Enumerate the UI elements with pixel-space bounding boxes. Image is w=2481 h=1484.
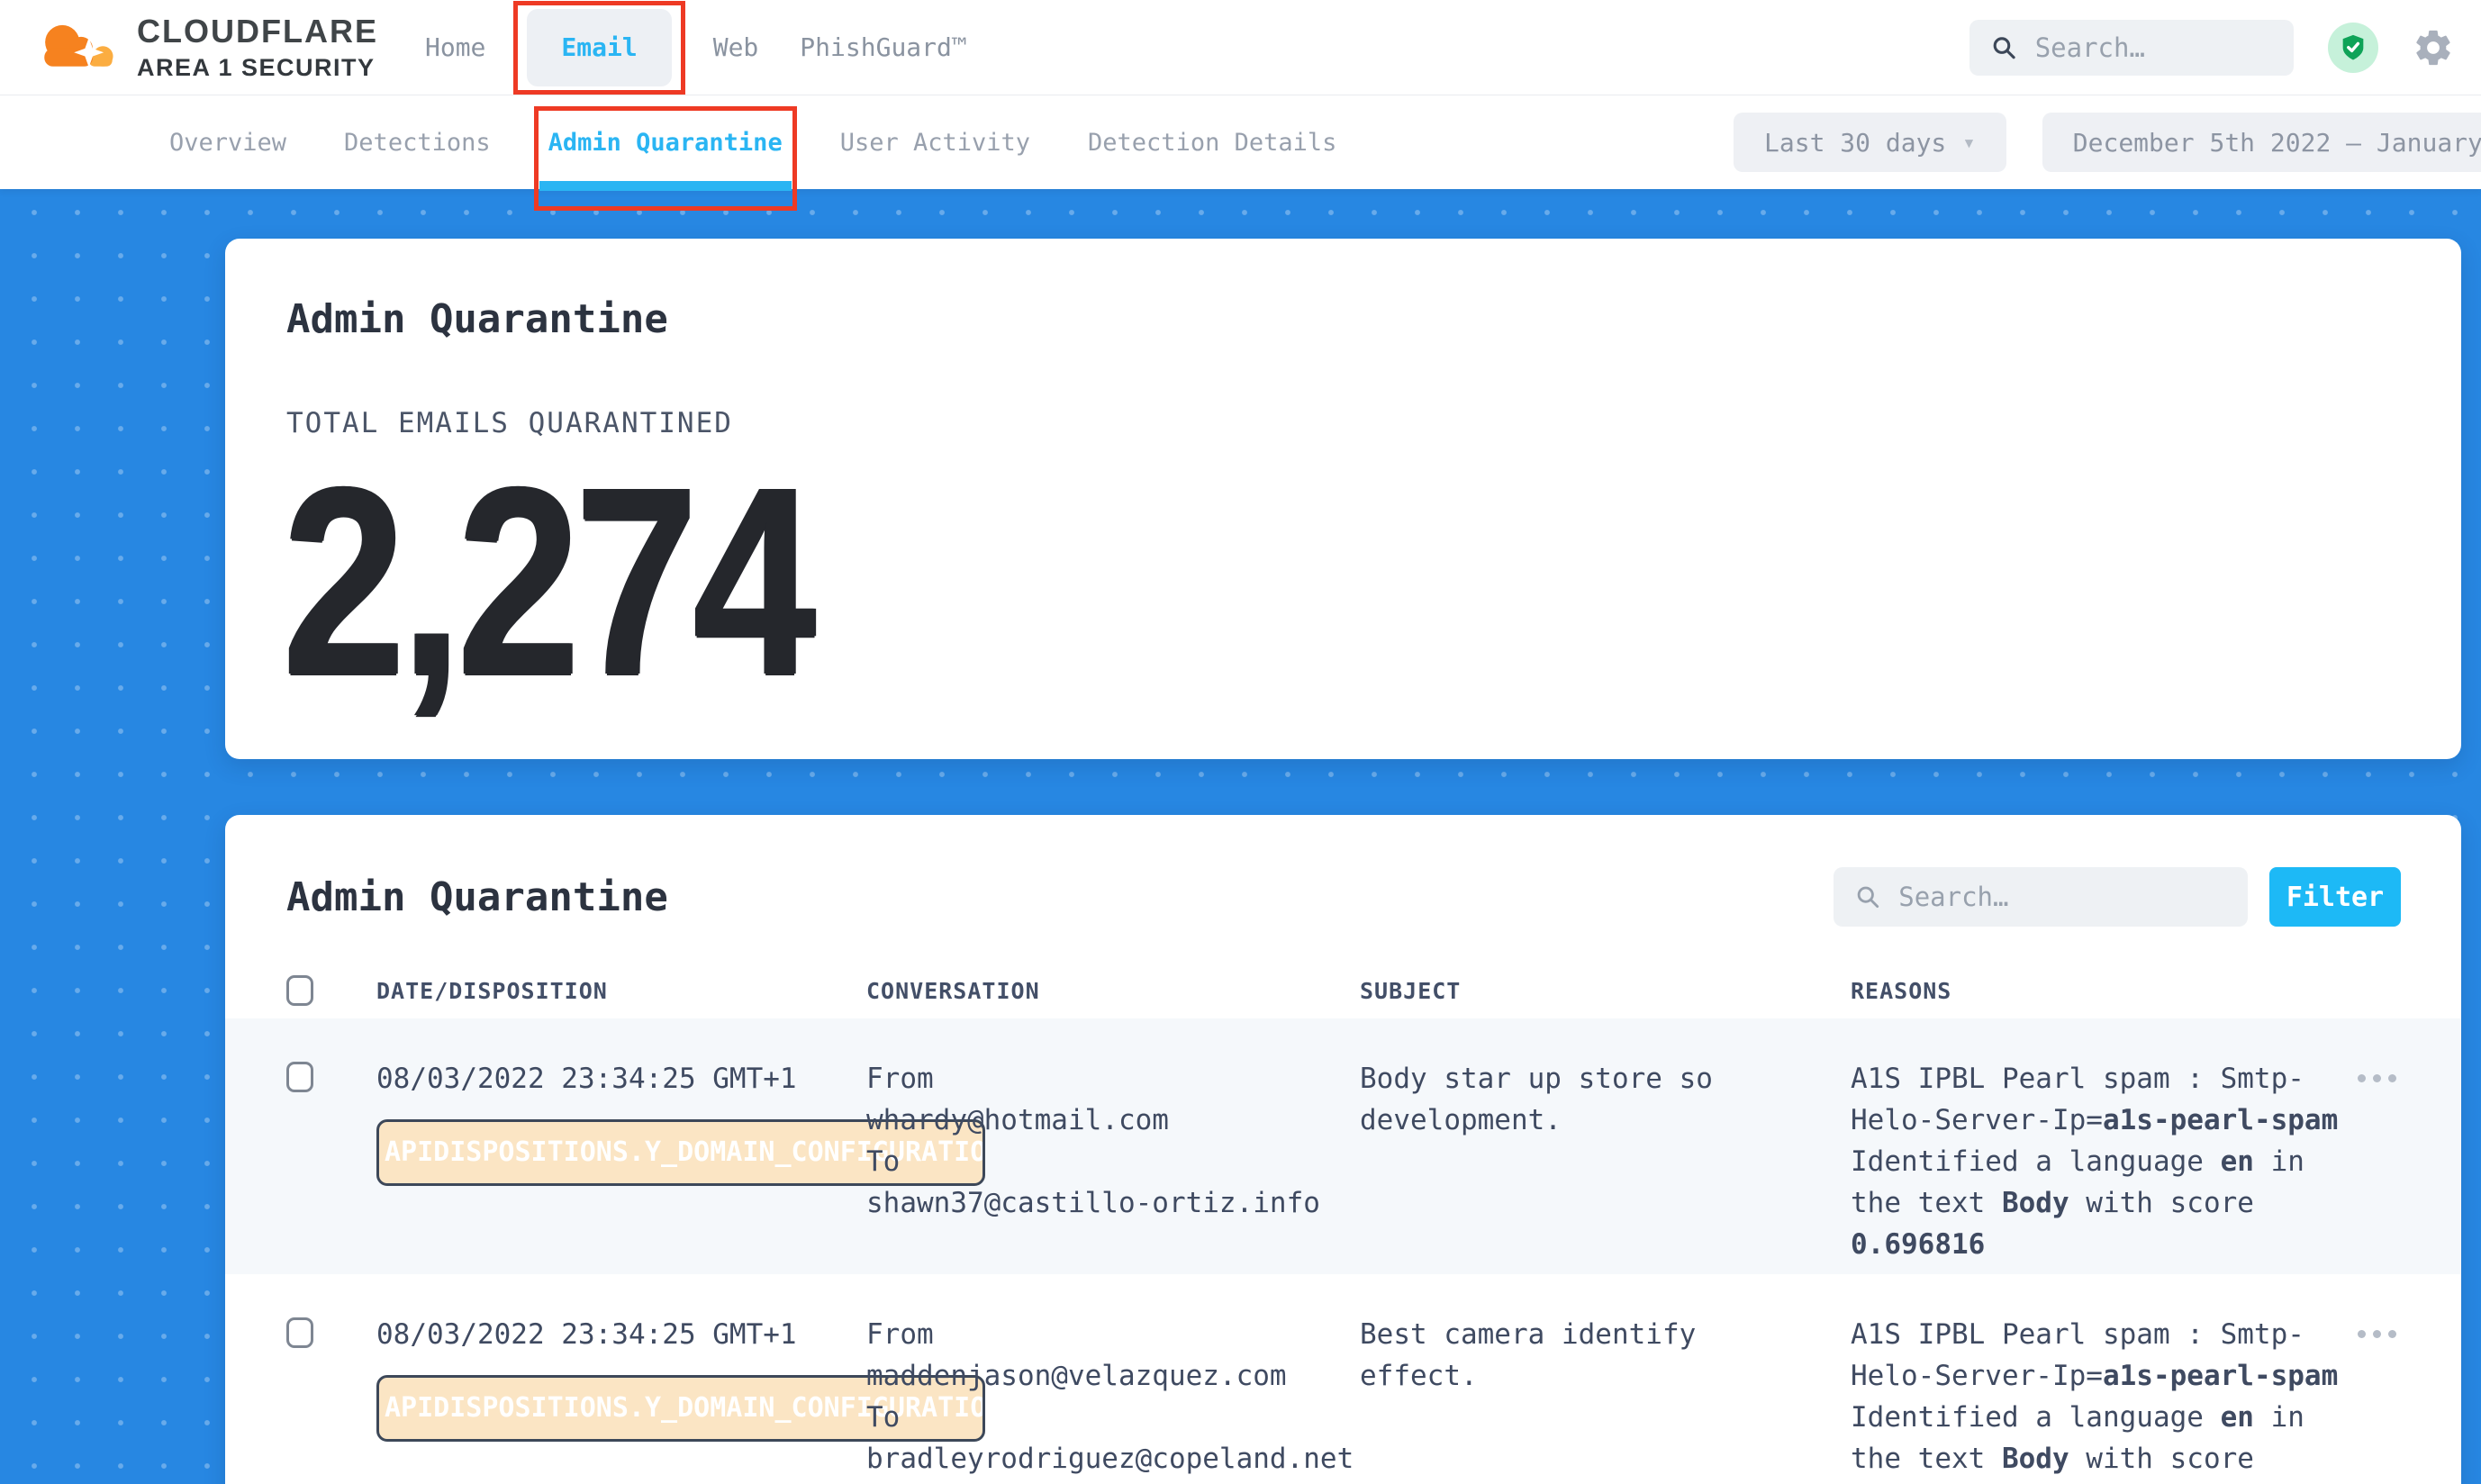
tab-detections[interactable]: Detections	[344, 95, 491, 189]
reasons-segment: Body	[2002, 1443, 2069, 1475]
chevron-down-icon: ▾	[1962, 130, 1975, 155]
to-email: shawn37@castillo-ortiz.info	[866, 1182, 1360, 1224]
annotation-highlight-admin-quarantine-tab	[534, 106, 797, 211]
table-search-box[interactable]	[1834, 867, 2248, 927]
summary-card: Admin Quarantine TOTAL EMAILS QUARANTINE…	[225, 239, 2461, 759]
from-label: From	[866, 1058, 1360, 1099]
conversation-cell: From maddenjason@velazquez.com To bradle…	[866, 1314, 1360, 1479]
date-range-label: December 5th 2022 — January 4th 2023	[2073, 128, 2481, 158]
column-header-subject: SUBJECT	[1360, 978, 1851, 1004]
ellipsis-dot	[2358, 1330, 2366, 1338]
subject-cell: Best camera identify effect.	[1360, 1314, 1851, 1397]
header-right-cluster	[1969, 20, 2454, 76]
gear-icon[interactable]	[2413, 27, 2454, 68]
range-dropdown[interactable]: Last 30 days ▾	[1734, 113, 2006, 172]
global-search-input[interactable]	[2035, 32, 2272, 63]
cloudflare-logo: CLOUDFLARE AREA 1 SECURITY	[34, 14, 378, 82]
reasons-segment: with score	[2069, 1443, 2254, 1475]
tab-admin-quarantine[interactable]: Admin Quarantine	[548, 95, 783, 189]
nav-item-home[interactable]: Home	[425, 32, 485, 62]
ellipsis-dot	[2388, 1074, 2396, 1082]
reasons-segment: en	[2221, 1401, 2254, 1434]
column-header-date: DATE/DISPOSITION	[376, 978, 866, 1004]
table-row[interactable]: 08/03/2022 23:34:25 GMT+1 APIDISPOSITION…	[225, 1018, 2461, 1274]
from-label: From	[866, 1314, 1360, 1355]
sub-nav-tabs: Overview Detections Admin Quarantine Use…	[169, 95, 1336, 189]
ellipsis-dot	[2373, 1074, 2381, 1082]
table-row[interactable]: 08/03/2022 23:34:25 GMT+1 APIDISPOSITION…	[225, 1274, 2461, 1484]
app-screen: CLOUDFLARE AREA 1 SECURITY Home Email We…	[0, 0, 2481, 1484]
row-checkbox[interactable]	[286, 1062, 313, 1092]
from-email: whardy@hotmail.com	[866, 1099, 1360, 1141]
date-disposition-cell: 08/03/2022 23:34:25 GMT+1 APIDISPOSITION…	[376, 1314, 866, 1442]
email-sub-nav: Overview Detections Admin Quarantine Use…	[0, 95, 2481, 189]
nav-item-web[interactable]: Web	[713, 32, 759, 62]
reasons-segment: a1s-pearl-spam	[2103, 1104, 2338, 1136]
row-menu-button[interactable]	[2358, 1074, 2399, 1082]
search-icon	[1855, 882, 1880, 911]
ellipsis-dot	[2358, 1074, 2366, 1082]
date-disposition-cell: 08/03/2022 23:34:25 GMT+1 APIDISPOSITION…	[376, 1058, 866, 1186]
summary-card-title: Admin Quarantine	[286, 296, 2461, 342]
reasons-segment: Body	[2002, 1187, 2069, 1219]
column-header-conversation: CONVERSATION	[866, 978, 1360, 1004]
quarantine-table-card: Admin Quarantine Filter DATE/DISPOSITION…	[225, 815, 2461, 1484]
date-filter-cluster: Last 30 days ▾ December 5th 2022 — Janua…	[1734, 113, 2481, 172]
from-email: maddenjason@velazquez.com	[866, 1355, 1360, 1397]
reasons-segment: en	[2221, 1145, 2254, 1178]
tab-overview[interactable]: Overview	[169, 95, 286, 189]
conversation-cell: From whardy@hotmail.com To shawn37@casti…	[866, 1058, 1360, 1224]
column-header-reasons: REASONS	[1851, 978, 2358, 1004]
active-tab-underline	[539, 181, 792, 191]
row-menu-button[interactable]	[2358, 1330, 2399, 1338]
reasons-segment: 0.696816	[1851, 1228, 1985, 1261]
search-icon	[1991, 32, 2017, 63]
shield-check-icon	[2338, 32, 2368, 63]
brand-line1: CLOUDFLARE	[137, 15, 378, 48]
ellipsis-dot	[2373, 1330, 2381, 1338]
tab-user-activity[interactable]: User Activity	[840, 95, 1030, 189]
to-label: To	[866, 1141, 1360, 1182]
subject-cell: Body star up store so development.	[1360, 1058, 1851, 1141]
table-card-header: Admin Quarantine Filter	[225, 815, 2461, 927]
filter-button[interactable]: Filter	[2269, 867, 2401, 927]
to-label: To	[866, 1397, 1360, 1438]
date-range-picker[interactable]: December 5th 2022 — January 4th 2023	[2042, 113, 2481, 172]
nav-item-email-label: Email	[561, 32, 637, 62]
nav-item-phishguard[interactable]: PhishGuard™	[800, 32, 966, 62]
global-search-box[interactable]	[1969, 20, 2294, 76]
table-card-title: Admin Quarantine	[286, 874, 668, 920]
range-dropdown-label: Last 30 days	[1764, 128, 1946, 158]
reasons-cell: A1S IPBL Pearl spam : Smtp-Helo-Server-I…	[1851, 1314, 2358, 1484]
to-email: bradleyrodriguez@copeland.net	[866, 1438, 1360, 1479]
row-date: 08/03/2022 23:34:25 GMT+1	[376, 1314, 866, 1355]
metric-value: 2,274	[283, 454, 2069, 709]
primary-nav: Home Email Web PhishGuard™	[425, 9, 967, 86]
cloudflare-cloud-icon	[34, 14, 128, 82]
tab-detection-details[interactable]: Detection Details	[1088, 95, 1336, 189]
protection-status-badge[interactable]	[2328, 23, 2378, 73]
tab-admin-quarantine-label: Admin Quarantine	[548, 129, 783, 157]
table-controls: Filter	[1834, 867, 2401, 927]
reasons-segment: a1s-pearl-spam	[2103, 1360, 2338, 1392]
reasons-segment: Identified a language	[1851, 1401, 2221, 1434]
reasons-segment: with score	[2069, 1187, 2254, 1219]
top-header: CLOUDFLARE AREA 1 SECURITY Home Email We…	[0, 0, 2481, 95]
brand-line2: AREA 1 SECURITY	[137, 56, 378, 80]
row-date: 08/03/2022 23:34:25 GMT+1	[376, 1058, 866, 1099]
select-all-checkbox[interactable]	[286, 975, 313, 1006]
nav-item-email[interactable]: Email	[527, 9, 671, 86]
reasons-segment: Identified a language	[1851, 1145, 2221, 1178]
brand-text: CLOUDFLARE AREA 1 SECURITY	[137, 15, 378, 80]
table-header-row: DATE/DISPOSITION CONVERSATION SUBJECT RE…	[225, 963, 2461, 1018]
table-search-input[interactable]	[1898, 882, 2226, 912]
ellipsis-dot	[2388, 1330, 2396, 1338]
reasons-cell: A1S IPBL Pearl spam : Smtp-Helo-Server-I…	[1851, 1058, 2358, 1265]
row-checkbox[interactable]	[286, 1317, 313, 1348]
